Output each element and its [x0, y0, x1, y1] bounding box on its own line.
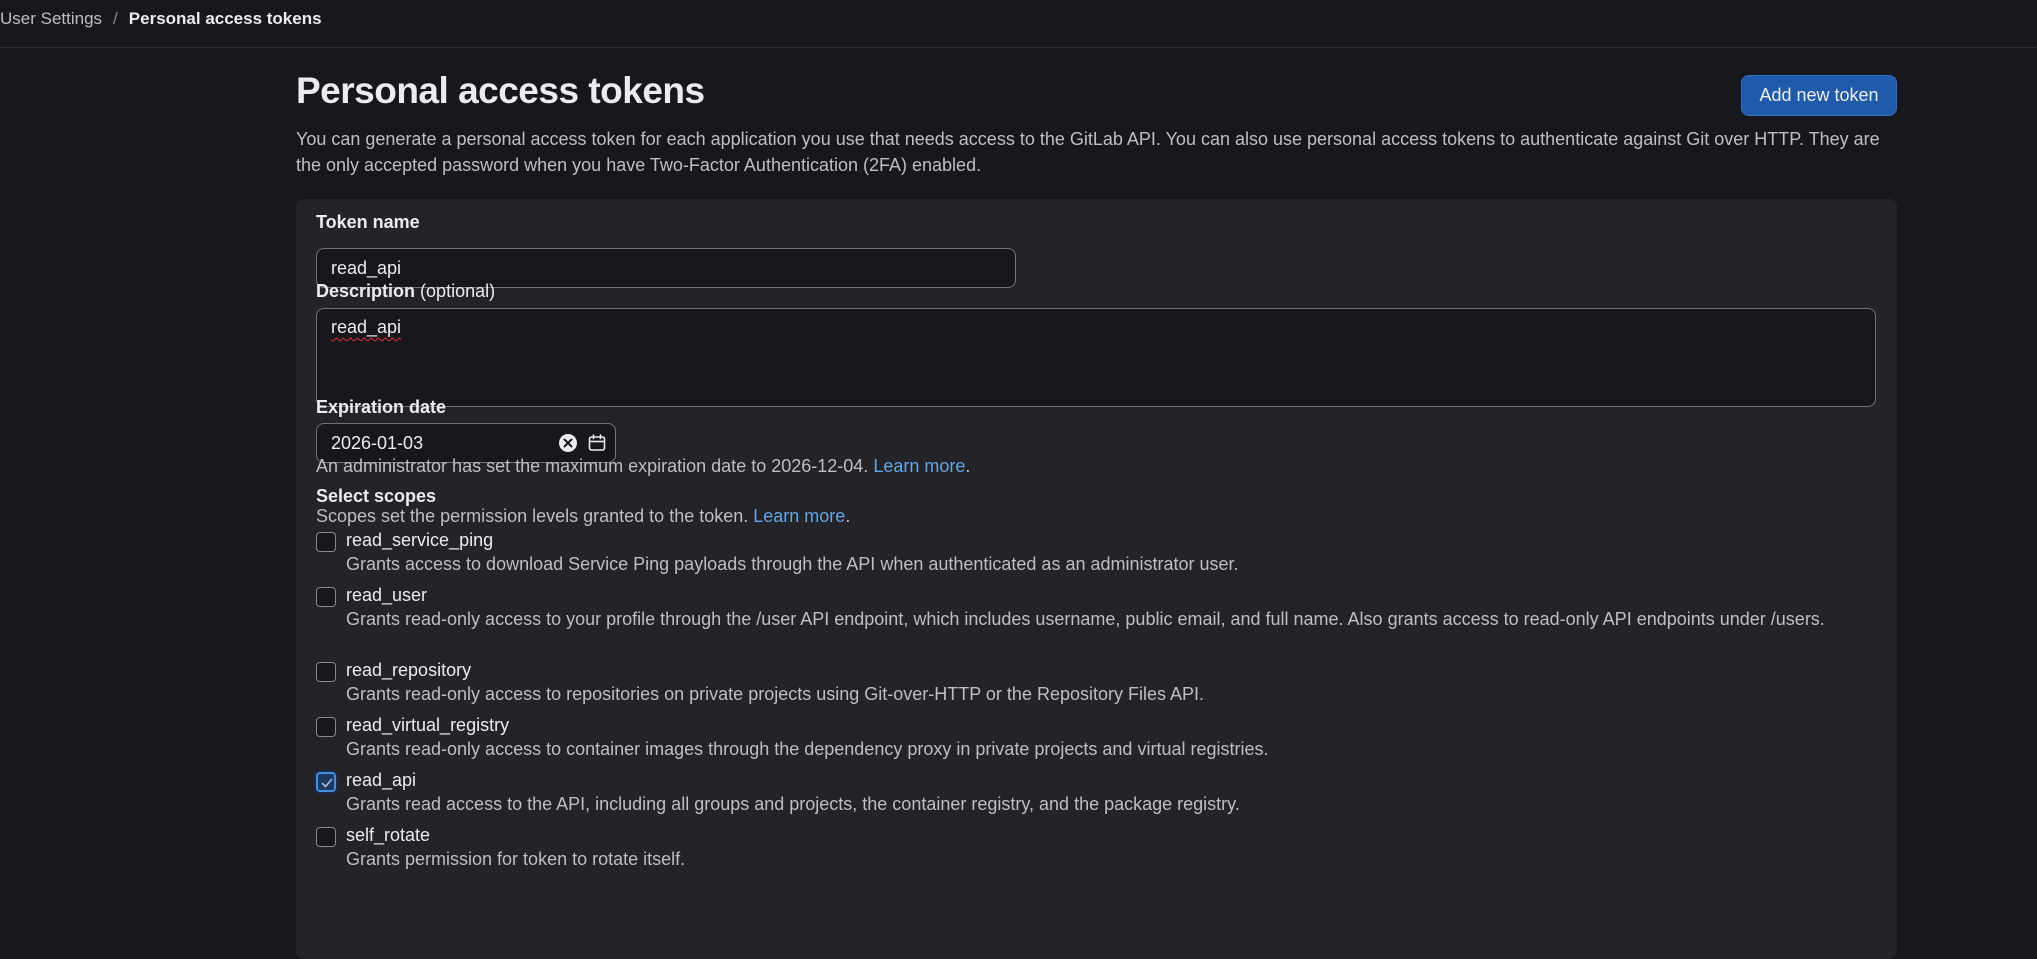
scope-name[interactable]: self_rotate [346, 825, 430, 846]
expiration-help: An administrator has set the maximum exp… [316, 456, 970, 477]
scope-description: Grants access to download Service Ping p… [346, 554, 1239, 574]
scope-description: Grants read-only access to container ima… [346, 739, 1269, 759]
scope-description: Grants read-only access to your profile … [346, 609, 1825, 629]
calendar-icon[interactable] [587, 433, 607, 453]
scope-name[interactable]: read_user [346, 585, 427, 606]
token-name-label: Token name [316, 212, 420, 232]
description-label-text: Description [316, 281, 416, 301]
scope-name[interactable]: read_api [346, 770, 416, 791]
description-textarea[interactable]: read_api [316, 308, 1876, 407]
breadcrumb-parent[interactable]: User Settings [0, 9, 102, 29]
scope-checkbox[interactable] [316, 587, 336, 607]
scope-name[interactable]: read_repository [346, 660, 471, 681]
scope-checkbox[interactable] [316, 532, 336, 552]
breadcrumb-current: Personal access tokens [128, 9, 322, 28]
token-name-value: read_api [331, 257, 402, 278]
scope-checkbox[interactable] [316, 662, 336, 682]
scopes-help: Scopes set the permission levels granted… [316, 506, 850, 527]
expiration-date-value: 2026-01-03 [331, 432, 424, 453]
date-input-icons [558, 433, 607, 453]
token-form-card: Token name read_api Description (optiona… [296, 199, 1897, 959]
page-description: You can generate a personal access token… [296, 129, 1880, 175]
select-scopes-label: Select scopes [316, 486, 437, 506]
description-value: read_api [331, 317, 402, 337]
page-title: Personal access tokens [296, 70, 705, 111]
expiration-learn-more-link[interactable]: Learn more [873, 456, 965, 476]
description-label: Description (optional) [316, 281, 495, 302]
clear-icon[interactable] [558, 433, 578, 453]
top-bar: User Settings / Personal access tokens [0, 0, 2037, 48]
scopes-help-text: Scopes set the permission levels granted… [316, 506, 749, 526]
expiration-help-suffix: . [965, 456, 971, 476]
scope-checkbox[interactable] [316, 717, 336, 737]
add-new-token-button[interactable]: Add new token [1741, 75, 1897, 116]
description-optional-text: (optional) [420, 281, 496, 301]
breadcrumb-separator: / [113, 9, 118, 28]
scope-name[interactable]: read_virtual_registry [346, 715, 509, 736]
check-icon [321, 778, 333, 788]
expiration-help-text: An administrator has set the maximum exp… [316, 456, 869, 476]
scope-name[interactable]: read_service_ping [346, 530, 493, 551]
scope-checkbox-checked[interactable] [316, 772, 336, 792]
expiration-date-label: Expiration date [316, 397, 447, 417]
scope-description: Grants read-only access to repositories … [346, 684, 1205, 704]
scopes-help-suffix: . [845, 506, 851, 526]
scope-description: Grants permission for token to rotate it… [346, 849, 686, 869]
scope-description: Grants read access to the API, including… [346, 794, 1240, 814]
scopes-learn-more-link[interactable]: Learn more [753, 506, 845, 526]
scope-checkbox[interactable] [316, 827, 336, 847]
